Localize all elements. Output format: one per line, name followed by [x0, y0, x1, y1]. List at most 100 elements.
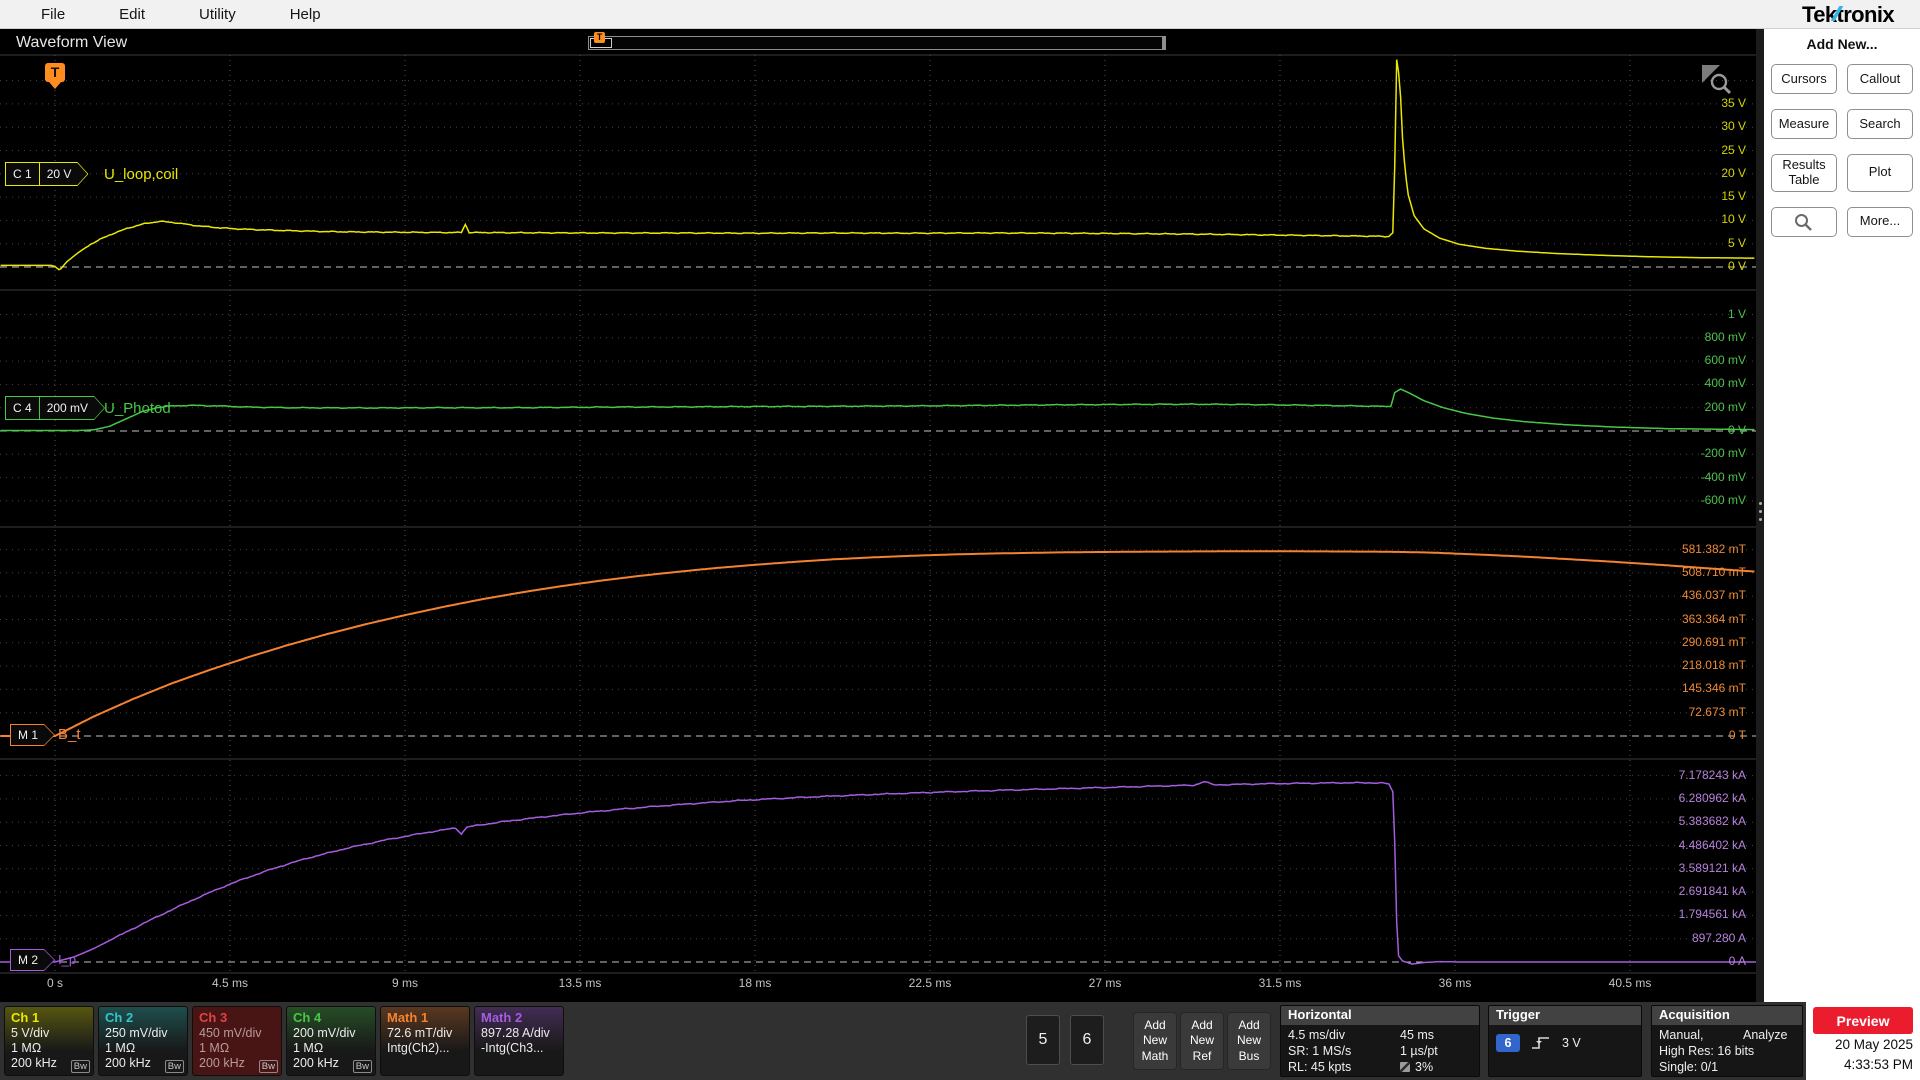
zoom-overview-bar[interactable]: T: [588, 32, 1166, 50]
waveform-view: Waveform View T 35 V 30 V 25 V 20 V 15 V 10 V…: [0, 29, 1756, 1002]
badge-title: Ch 4: [293, 1010, 322, 1025]
trigger-source-badge: 6: [1496, 1034, 1520, 1052]
callout-button[interactable]: Callout: [1847, 64, 1913, 94]
trigger-position-marker[interactable]: T: [45, 63, 65, 89]
badge-row: 1 MΩ: [199, 1040, 230, 1055]
results-table-button[interactable]: Results Table: [1771, 154, 1837, 192]
horizontal-value: 4.5 ms/div: [1288, 1028, 1345, 1042]
bottom-bar: Horizontal 4.5 ms/div 45 ms SR: 1 MS/s 1 µs…: [0, 1002, 1920, 1080]
channel-badge-c4-name: C 4: [13, 401, 32, 415]
ch-4-badge[interactable]: Ch 4 200 mV/div 1 MΩ 200 kHz Bw: [286, 1006, 376, 1076]
acquisition-value: Analyze: [1743, 1028, 1788, 1042]
trigger-panel-title: Trigger: [1489, 1006, 1641, 1025]
channel-6-collapsed-badge[interactable]: 6: [1070, 1015, 1104, 1065]
menu-item-file[interactable]: File: [14, 6, 92, 23]
badge-title: Ch 1: [11, 1010, 40, 1025]
add-new-label: Add New...: [1806, 36, 1878, 52]
date-label: 20 May 2025: [1834, 1037, 1913, 1052]
badge-row: 1 MΩ: [293, 1040, 324, 1055]
channel-badge-c1-scale: 20 V: [46, 167, 72, 181]
horizontal-value: 1 µs/pt: [1400, 1044, 1438, 1058]
menu-item-help[interactable]: Help: [263, 6, 348, 23]
rising-edge-icon: [1532, 1037, 1549, 1049]
badge-divider: [39, 163, 40, 185]
badge-title: Ch 2: [105, 1010, 134, 1025]
acquisition-panel-title: Acquisition: [1652, 1006, 1802, 1025]
badge-divider: [39, 397, 40, 419]
badge-row: 250 mV/div: [105, 1025, 168, 1040]
channel-badge-c4-scale: 200 mV: [46, 401, 89, 415]
trigger-panel[interactable]: Trigger 6 3 V: [1488, 1005, 1642, 1077]
horizontal-panel-body: 4.5 ms/div 45 ms SR: 1 MS/s 1 µs/pt RL: 45 k…: [1281, 1025, 1479, 1076]
more-button[interactable]: More...: [1847, 206, 1913, 237]
trigger-arrow-icon: [49, 82, 61, 89]
badge-row: 5 V/div: [11, 1025, 50, 1040]
badge-row: -Intg(Ch3...: [481, 1040, 544, 1055]
cursors-button[interactable]: Cursors: [1771, 64, 1837, 94]
menu-item-utility[interactable]: Utility: [172, 6, 263, 23]
bandwidth-limit-indicator: Bw: [164, 1060, 184, 1073]
trigger-level: 3 V: [1562, 1036, 1581, 1050]
acquisition-panel-body: Manual, Analyze High Res: 16 bits Single: 0…: [1652, 1025, 1802, 1076]
horizontal-panel-title: Horizontal: [1281, 1006, 1479, 1025]
waveform-view-title: Waveform View: [16, 34, 128, 51]
menu-bar: Tektronix File Edit Utility Help: [0, 0, 1920, 29]
trigger-panel-body: 6 3 V: [1489, 1025, 1641, 1055]
channel-badge-c4[interactable]: C 4 200 mV: [5, 396, 105, 420]
ch-3-badge[interactable]: Ch 3 450 mV/div 1 MΩ 200 kHz Bw: [192, 1006, 282, 1076]
badge-row: Intg(Ch2)...: [387, 1040, 450, 1055]
channel-badge-c1[interactable]: C 1 20 V: [5, 162, 88, 186]
horizontal-panel[interactable]: Horizontal 4.5 ms/div 45 ms SR: 1 MS/s 1 µs…: [1280, 1005, 1480, 1077]
ch-1-badge[interactable]: Ch 15 V/div 1 MΩ 200 kHz Bw: [4, 1006, 94, 1076]
compression-icon: [1400, 1062, 1410, 1072]
panel-divider-handle[interactable]: [1756, 29, 1764, 1002]
math-2-badge[interactable]: Math 2 897.28 A/div -Intg(Ch3...: [474, 1006, 564, 1076]
math1-badge[interactable]: M 1: [10, 724, 55, 746]
measure-button[interactable]: Measure: [1771, 109, 1837, 139]
badge-row: 897.28 A/div: [481, 1025, 550, 1040]
right-panel: Add New... Cursors Callout Measure Search Re…: [1764, 29, 1920, 1002]
badge-row: 1 MΩ: [11, 1040, 42, 1055]
math-1-badge[interactable]: Math 1 72.6 mT/div Intg(Ch2)...: [380, 1006, 470, 1076]
search-button[interactable]: Search: [1847, 109, 1913, 139]
math1-badge-name: M 1: [18, 728, 39, 742]
magnifier-icon: [1795, 213, 1812, 231]
add-new-ref-button[interactable]: Add New Ref: [1180, 1012, 1224, 1070]
plot-grid: [0, 54, 1756, 974]
bandwidth-limit-indicator: Bw: [352, 1060, 372, 1073]
math2-badge[interactable]: M 2: [10, 949, 55, 971]
math2-badge-name: M 2: [18, 953, 39, 967]
channel-5-collapsed-badge[interactable]: 5: [1026, 1015, 1060, 1065]
menu-item-edit[interactable]: Edit: [92, 6, 172, 23]
trigger-letter: T: [45, 63, 65, 82]
add-new-bus-button[interactable]: Add New Bus: [1227, 1012, 1271, 1070]
bandwidth-limit-indicator: Bw: [258, 1060, 278, 1073]
channel-badge-c1-name: C 1: [13, 167, 32, 181]
acquisition-panel[interactable]: Acquisition Manual, Analyze High Res: 16 b…: [1651, 1005, 1803, 1077]
trace-label-ch1: U_loop,coil: [104, 166, 179, 183]
badge-row: 450 mV/div: [199, 1025, 262, 1040]
horizontal-value: SR: 1 MS/s: [1288, 1044, 1352, 1058]
trace-u-photod[interactable]: [0, 388, 1755, 432]
horizontal-value: 3%: [1400, 1060, 1472, 1074]
waveform-plot[interactable]: [0, 29, 1756, 1002]
badge-row: 1 MΩ: [105, 1040, 136, 1055]
acquisition-value: Single: 0/1: [1659, 1060, 1719, 1074]
add-new-math-button[interactable]: Add New Math: [1133, 1012, 1177, 1070]
trace-label-math1: B_t: [58, 726, 81, 743]
ch-2-badge[interactable]: Ch 2 250 mV/div 1 MΩ 200 kHz Bw: [98, 1006, 188, 1076]
time-label: 4:33:53 PM: [1843, 1056, 1913, 1072]
preview-button[interactable]: Preview: [1813, 1007, 1913, 1034]
plot-button[interactable]: Plot: [1847, 154, 1913, 192]
acquisition-value: High Res: 16 bits: [1659, 1044, 1755, 1058]
trace-u-loop-coil[interactable]: [0, 59, 1755, 271]
badge-title: Math 2: [481, 1010, 523, 1025]
drag-handle-dots-icon: [1756, 497, 1764, 521]
plot-zoom-icon[interactable]: [1700, 63, 1732, 95]
trace-b-t[interactable]: [0, 550, 1755, 737]
preview-zone: Preview 20 May 2025 4:33:53 PM: [1806, 1002, 1920, 1080]
trace-i-p[interactable]: [0, 780, 1755, 965]
tektronix-logo: Tektronix: [1802, 2, 1895, 27]
horizontal-value: 45 ms: [1400, 1028, 1435, 1042]
zoom-tool-button[interactable]: [1771, 206, 1837, 237]
